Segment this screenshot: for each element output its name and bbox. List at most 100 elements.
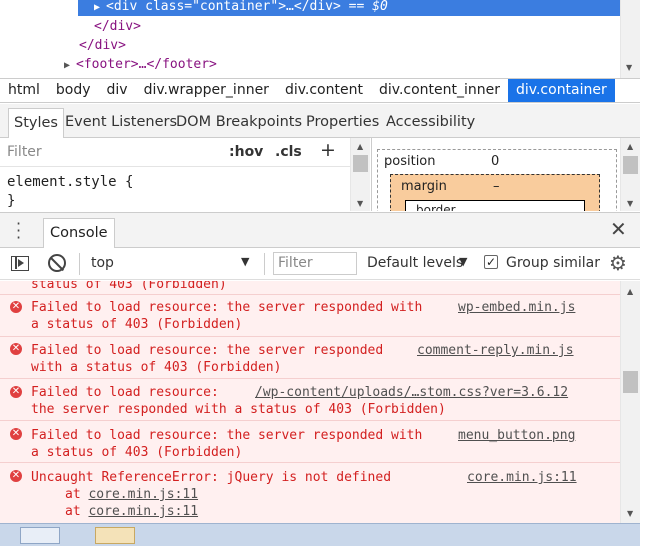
message-source-link[interactable]: menu_button.png bbox=[458, 427, 575, 444]
scrollbar-thumb[interactable] bbox=[623, 156, 638, 174]
tag-close: </div> bbox=[79, 38, 126, 53]
error-icon: ✕ bbox=[10, 428, 22, 440]
attr-name: class bbox=[145, 0, 185, 14]
message-text: the server responded with a status of 40… bbox=[31, 402, 446, 417]
breadcrumb-item[interactable]: div.content_inner bbox=[371, 79, 508, 102]
stack-frame-link[interactable]: core.min.js:11 bbox=[88, 504, 198, 519]
tree-node[interactable]: </div> bbox=[79, 36, 126, 55]
tag-rest: >…</div> bbox=[278, 0, 341, 14]
scroll-down-icon[interactable]: ▼ bbox=[627, 509, 633, 518]
tag-close: </div> bbox=[94, 19, 141, 34]
clear-console-icon[interactable] bbox=[48, 254, 66, 272]
message-text: a status of 403 (Forbidden) bbox=[31, 317, 243, 332]
rule-close-brace: } bbox=[7, 193, 16, 209]
tab-console[interactable]: Console bbox=[43, 218, 115, 249]
message-text: Failed to load resource: the server resp… bbox=[31, 300, 423, 315]
taskbar-item[interactable] bbox=[95, 527, 135, 544]
stack-frame: at core.min.js:11 bbox=[65, 487, 199, 502]
error-icon: ✕ bbox=[10, 386, 22, 398]
tab-accessibility[interactable]: Accessibility bbox=[386, 108, 475, 138]
message-text: a status of 403 (Forbidden) bbox=[31, 445, 243, 460]
toolbar-divider bbox=[264, 253, 265, 275]
console-messages: status of 403 (Forbidden) ✕ Failed to lo… bbox=[0, 281, 620, 523]
message-source-link[interactable]: comment-reply.min.js bbox=[417, 342, 574, 359]
styles-filter-row: Filter :hov .cls + bbox=[0, 138, 350, 167]
breadcrumb: html body div div.wrapper_inner div.cont… bbox=[0, 78, 640, 103]
tab-event-listeners[interactable]: Event Listeners bbox=[65, 108, 177, 138]
tree-node[interactable]: ▶ <footer>…</footer> bbox=[64, 55, 217, 74]
drawer-header: · · · Console ✕ bbox=[0, 212, 640, 249]
breadcrumb-item[interactable]: div bbox=[99, 79, 136, 102]
log-levels-dropdown[interactable]: Default levels bbox=[367, 255, 463, 271]
tree-scrollbar[interactable]: ▼ bbox=[620, 0, 640, 78]
console-error-message[interactable]: ✕ Failed to load resource: the server re… bbox=[0, 336, 620, 378]
group-similar-checkbox[interactable]: ✓ bbox=[484, 255, 498, 269]
console-scrollbar[interactable]: ▲ ▼ bbox=[620, 281, 640, 523]
breadcrumb-item[interactable]: div.wrapper_inner bbox=[136, 79, 277, 102]
scroll-down-icon[interactable]: ▼ bbox=[626, 63, 632, 72]
chevron-down-icon[interactable]: ▼ bbox=[241, 255, 249, 268]
console-error-message[interactable]: ✕ Failed to load resource: the server re… bbox=[0, 420, 620, 462]
tab-dom-breakpoints[interactable]: DOM Breakpoints bbox=[176, 108, 302, 138]
message-source-link[interactable]: /wp-content/uploads/…stom.css?ver=3.6.12 bbox=[255, 384, 568, 401]
gear-icon[interactable]: ⚙ bbox=[609, 251, 627, 275]
breadcrumb-item[interactable]: body bbox=[48, 79, 99, 102]
page-margin bbox=[640, 0, 667, 546]
styles-scrollbar[interactable]: ▲ ▼ bbox=[350, 138, 370, 211]
scroll-down-icon[interactable]: ▼ bbox=[357, 199, 363, 208]
breadcrumb-item-active[interactable]: div.container bbox=[508, 79, 615, 102]
tree-node-selected[interactable]: ▶ <div class="container">…</div> == $0 bbox=[78, 0, 620, 16]
tab-styles[interactable]: Styles bbox=[8, 108, 64, 138]
message-source-link[interactable]: wp-embed.min.js bbox=[458, 299, 575, 316]
new-style-rule-button[interactable]: + bbox=[320, 139, 336, 161]
styles-filter-input[interactable]: Filter bbox=[7, 144, 42, 160]
expand-triangle-icon[interactable]: ▶ bbox=[94, 0, 106, 17]
console-error-message[interactable]: ✕ Uncaught ReferenceError: jQuery is not… bbox=[0, 462, 620, 523]
scroll-up-icon[interactable]: ▲ bbox=[627, 287, 633, 296]
console-filter-input[interactable]: Filter bbox=[273, 252, 357, 275]
breadcrumb-item[interactable]: div.content bbox=[277, 79, 371, 102]
breadcrumb-item[interactable]: html bbox=[0, 79, 48, 102]
close-icon[interactable]: ✕ bbox=[610, 217, 627, 241]
message-text-partial: status of 403 (Forbidden) bbox=[31, 281, 227, 292]
position-value[interactable]: 0 bbox=[491, 154, 499, 169]
box-model-pane: position 0 margin – border bbox=[371, 138, 620, 211]
selected-marker: == $0 bbox=[340, 0, 388, 14]
error-icon: ✕ bbox=[10, 301, 22, 313]
hov-toggle-button[interactable]: :hov bbox=[229, 144, 263, 160]
box-model-scrollbar[interactable]: ▲ ▼ bbox=[620, 138, 640, 211]
scrollbar-thumb[interactable] bbox=[353, 155, 368, 172]
message-text: Uncaught ReferenceError: jQuery is not d… bbox=[31, 470, 392, 485]
expand-triangle-icon[interactable]: ▶ bbox=[64, 56, 76, 75]
scroll-up-icon[interactable]: ▲ bbox=[357, 142, 363, 151]
more-options-icon[interactable]: · · · bbox=[16, 216, 21, 246]
margin-value[interactable]: – bbox=[493, 179, 500, 194]
position-label: position bbox=[384, 154, 436, 169]
stack-frame-link[interactable]: core.min.js:11 bbox=[88, 487, 198, 502]
cls-toggle-button[interactable]: .cls bbox=[275, 144, 302, 160]
message-text: Failed to load resource: the server resp… bbox=[31, 343, 384, 358]
scrollbar-thumb[interactable] bbox=[623, 371, 638, 393]
show-sidebar-icon[interactable] bbox=[11, 256, 29, 271]
context-selector[interactable]: top bbox=[91, 255, 114, 271]
message-text: with a status of 403 (Forbidden) bbox=[31, 360, 282, 375]
tree-node[interactable]: </div> bbox=[94, 17, 141, 36]
error-icon: ✕ bbox=[10, 470, 22, 482]
error-icon: ✕ bbox=[10, 343, 22, 355]
margin-label: margin bbox=[401, 179, 447, 194]
console-toolbar: top ▼ Filter Default levels ▼ ✓ Group si… bbox=[0, 248, 640, 280]
message-text: Failed to load resource: the server resp… bbox=[31, 428, 423, 443]
group-similar-label[interactable]: Group similar bbox=[506, 255, 600, 271]
chevron-down-icon[interactable]: ▼ bbox=[459, 255, 467, 268]
scroll-up-icon[interactable]: ▲ bbox=[627, 142, 633, 151]
attr-value: "container" bbox=[192, 0, 279, 14]
scroll-down-icon[interactable]: ▼ bbox=[627, 199, 633, 208]
taskbar-item[interactable] bbox=[20, 527, 60, 544]
stack-frame: at core.min.js:11 bbox=[65, 504, 199, 519]
toolbar-divider bbox=[79, 253, 80, 275]
element-style-rule[interactable]: element.style { bbox=[7, 174, 133, 190]
console-error-message[interactable]: ✕ Failed to load resource: the server re… bbox=[0, 294, 620, 336]
message-source-link[interactable]: core.min.js:11 bbox=[467, 469, 577, 486]
console-error-message[interactable]: ✕ Failed to load resource: /wp-content/u… bbox=[0, 378, 620, 420]
tab-properties[interactable]: Properties bbox=[306, 108, 379, 138]
